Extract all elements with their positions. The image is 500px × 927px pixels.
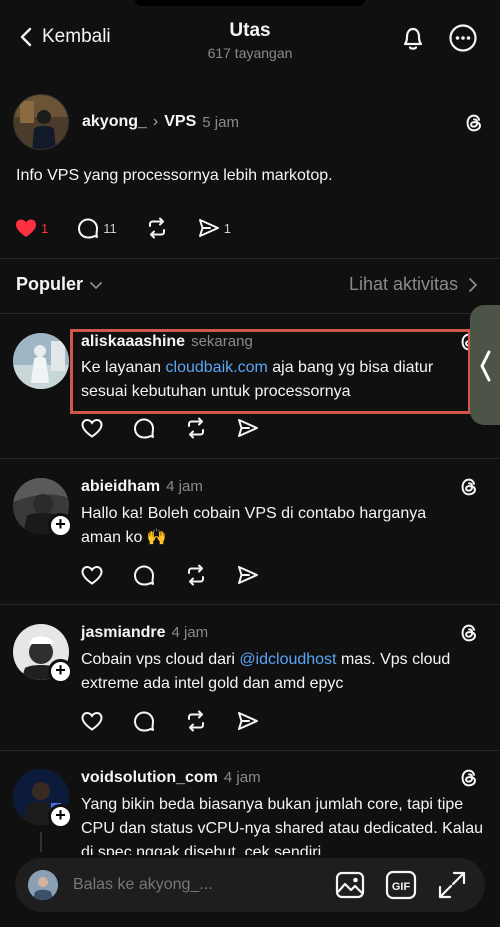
reply-username[interactable]: jasmiandre 4 jam — [81, 624, 208, 642]
send-icon — [238, 712, 258, 730]
reply-username[interactable]: abieidham 4 jam — [81, 478, 203, 496]
reply-time: sekarang — [191, 333, 253, 350]
threads-logo-icon[interactable] — [458, 476, 480, 498]
post-header: akyong_ › VPS 5 jam — [82, 113, 239, 131]
gif-icon[interactable]: GIF — [384, 868, 418, 902]
avatar[interactable] — [13, 333, 69, 389]
repost-icon — [148, 217, 165, 239]
reply-actions — [80, 416, 288, 440]
share-count: 1 — [223, 220, 231, 236]
like-button[interactable] — [80, 563, 104, 587]
username-text: jasmiandre — [81, 624, 166, 641]
reply-username[interactable]: aliskaaashine sekarang — [81, 333, 253, 351]
post-username[interactable]: akyong_ — [82, 113, 147, 131]
heart-icon — [81, 418, 103, 438]
send-icon — [238, 566, 258, 584]
divider — [0, 604, 500, 605]
more-options-icon[interactable] — [447, 22, 479, 54]
like-button[interactable] — [80, 416, 104, 440]
username-text: aliskaaashine — [81, 333, 186, 350]
repost-icon — [188, 417, 204, 439]
reply-button[interactable] — [132, 709, 156, 733]
follow-plus-button[interactable]: + — [48, 513, 73, 538]
post-time: 5 jam — [202, 113, 239, 131]
reply-actions — [80, 563, 288, 587]
camera-notch — [135, 0, 365, 6]
mention-link[interactable]: @idcloudhost — [239, 651, 336, 668]
post-actions: 1 11 1 — [14, 216, 259, 240]
repost-button[interactable] — [184, 563, 208, 587]
chevron-right-icon: › — [152, 113, 159, 130]
heart-filled-icon — [16, 219, 36, 237]
sort-dropdown[interactable]: Populer — [16, 274, 103, 295]
comment-icon — [134, 565, 154, 586]
reply-text: Cobain vps cloud dari @idcloudhost mas. … — [81, 648, 486, 696]
bell-icon[interactable] — [397, 22, 429, 54]
heart-icon — [81, 565, 103, 585]
divider — [0, 750, 500, 751]
repost-icon — [188, 710, 204, 732]
username-text: voidsolution_com — [81, 769, 218, 786]
reply-text: Hallo ka! Boleh cobain VPS di contabo ha… — [81, 505, 427, 546]
follow-plus-button[interactable]: + — [48, 804, 73, 829]
avatar — [28, 870, 58, 900]
comment-icon — [134, 418, 154, 439]
image-icon[interactable] — [333, 868, 367, 902]
sort-label: Populer — [16, 274, 84, 294]
share-button[interactable] — [236, 416, 260, 440]
reply-time: 4 jam — [166, 478, 203, 495]
chevron-right-icon — [469, 277, 477, 292]
divider — [0, 458, 500, 459]
divider — [0, 258, 500, 259]
view-activity-link[interactable]: Lihat aktivitas — [349, 274, 478, 295]
repost-button[interactable] — [184, 416, 208, 440]
reply-text-part: Cobain vps cloud dari — [81, 651, 240, 668]
reply-button[interactable] — [132, 563, 156, 587]
repost-button[interactable] — [145, 216, 169, 240]
reply-text-part: Ke layanan — [81, 359, 166, 376]
divider — [0, 313, 500, 314]
threads-logo-icon[interactable] — [463, 112, 485, 134]
send-icon — [198, 219, 219, 237]
like-button[interactable]: 1 — [14, 216, 48, 240]
reply-time: 4 jam — [171, 624, 209, 641]
follow-plus-button[interactable]: + — [48, 659, 73, 684]
reply-text: Yang bikin beda biasanya bukan jumlah co… — [81, 796, 484, 855]
activity-label: Lihat aktivitas — [348, 274, 458, 294]
reply-composer: GIF — [15, 858, 485, 912]
post-text: Info VPS yang processornya lebih markoto… — [16, 167, 333, 184]
username-text: abieidham — [81, 478, 161, 495]
share-button[interactable] — [236, 563, 260, 587]
svg-text:GIF: GIF — [392, 881, 411, 893]
comment-icon — [78, 218, 99, 239]
expand-icon[interactable] — [435, 868, 469, 902]
reply-actions — [80, 709, 288, 733]
like-button[interactable] — [80, 709, 104, 733]
repost-button[interactable] — [184, 709, 208, 733]
repost-icon — [188, 564, 204, 586]
reply-input[interactable] — [73, 866, 253, 904]
reply-username[interactable]: voidsolution_com 4 jam — [81, 769, 261, 787]
reply-link[interactable]: cloudbaik.com — [166, 359, 268, 376]
comment-icon — [134, 711, 154, 732]
reply-time: 4 jam — [223, 769, 261, 786]
side-panel-handle[interactable] — [470, 305, 500, 425]
chevron-left-icon — [480, 350, 491, 382]
threads-logo-icon[interactable] — [458, 767, 480, 789]
send-icon — [238, 419, 258, 437]
thread-line — [40, 832, 42, 852]
reply-button[interactable]: 11 — [76, 216, 117, 240]
reply-text: Ke layanan cloudbaik.com aja bang yg bis… — [81, 356, 466, 404]
share-button[interactable] — [236, 709, 260, 733]
reply-button[interactable] — [132, 416, 156, 440]
share-button[interactable]: 1 — [197, 216, 231, 240]
like-count: 1 — [41, 220, 49, 236]
post-topic[interactable]: VPS — [164, 113, 196, 131]
chevron-down-icon — [90, 281, 102, 289]
heart-icon — [81, 711, 103, 731]
header: Kembali Utas 617 tayangan — [0, 14, 500, 66]
reply-count: 11 — [103, 220, 117, 236]
threads-logo-icon[interactable] — [458, 622, 480, 644]
avatar[interactable] — [13, 94, 69, 150]
